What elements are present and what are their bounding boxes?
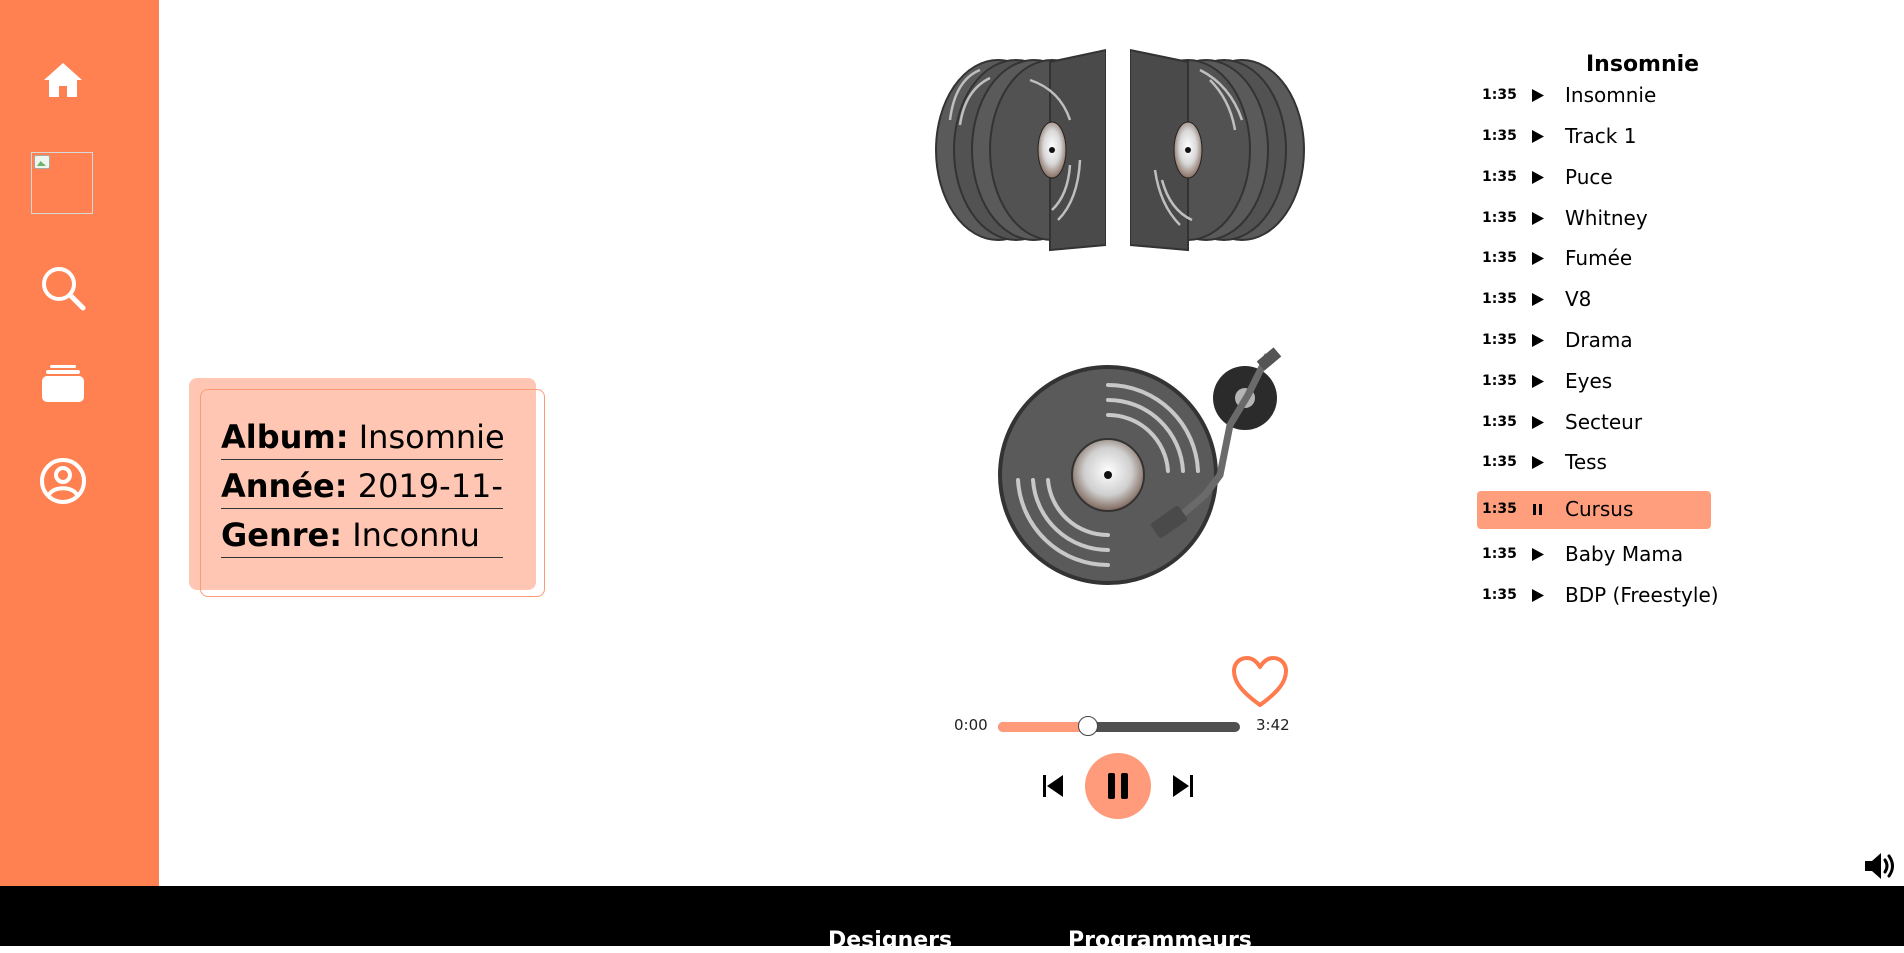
next-track-icon[interactable]	[1172, 773, 1194, 799]
album-value: Insomnie	[358, 418, 503, 456]
track-row[interactable]: 1:35 Baby Mama	[1477, 536, 1711, 574]
broken-image-icon	[34, 155, 50, 169]
album-info-card: Album: Insomnie Année: 2019-11-15 Genre:…	[189, 378, 545, 598]
like-heart-icon[interactable]	[1230, 654, 1290, 710]
track-title: Track 1	[1565, 124, 1637, 148]
play-icon[interactable]	[1530, 454, 1545, 471]
track-row[interactable]: 1:35 BDP (Freestyle)	[1477, 577, 1719, 615]
track-duration: 1:35	[1482, 291, 1517, 307]
play-icon[interactable]	[1530, 291, 1545, 308]
track-duration: 1:35	[1482, 169, 1517, 185]
play-icon[interactable]	[1530, 587, 1545, 604]
track-title: Insomnie	[1565, 83, 1657, 107]
progress-thumb[interactable]	[1077, 716, 1098, 736]
user-circle-icon[interactable]	[38, 456, 88, 506]
play-icon[interactable]	[1530, 332, 1545, 349]
track-duration: 1:35	[1482, 546, 1517, 562]
track-duration: 1:35	[1482, 414, 1517, 430]
volume-icon[interactable]	[1862, 848, 1898, 884]
album-row: Album: Insomnie	[221, 414, 503, 460]
track-title: BDP (Freestyle)	[1565, 583, 1719, 607]
year-value: 2019-11-15	[357, 467, 503, 505]
album-cover-image[interactable]	[31, 152, 93, 214]
track-row[interactable]: 1:35 Insomnie	[1477, 77, 1711, 115]
home-icon[interactable]	[38, 55, 88, 105]
genre-row: Genre: Inconnu	[221, 512, 503, 558]
track-row-active[interactable]: 1:35 Cursus	[1477, 491, 1711, 529]
track-duration: 1:35	[1482, 250, 1517, 266]
track-duration: 1:35	[1482, 373, 1517, 389]
track-row[interactable]: 1:35 Whitney	[1477, 200, 1711, 238]
track-title: Fumée	[1565, 246, 1633, 270]
vinyl-records-stack	[935, 48, 1305, 252]
play-icon[interactable]	[1530, 87, 1545, 104]
track-title: Cursus	[1565, 497, 1634, 521]
play-icon[interactable]	[1530, 414, 1545, 431]
track-row[interactable]: 1:35 Secteur	[1477, 404, 1711, 442]
pause-button[interactable]	[1085, 753, 1151, 819]
play-icon[interactable]	[1530, 128, 1545, 145]
genre-label: Genre:	[221, 516, 343, 554]
track-title: Whitney	[1565, 206, 1648, 230]
track-duration: 1:35	[1482, 332, 1517, 348]
track-row[interactable]: 1:35 Drama	[1477, 322, 1711, 360]
track-row[interactable]: 1:35 Tess	[1477, 444, 1711, 482]
previous-track-icon[interactable]	[1042, 773, 1064, 799]
track-row[interactable]: 1:35 Eyes	[1477, 363, 1711, 401]
play-icon[interactable]	[1530, 210, 1545, 227]
elapsed-time: 0:00	[954, 716, 988, 734]
track-title: Puce	[1565, 165, 1613, 189]
track-title: Eyes	[1565, 369, 1613, 393]
progress-fill	[998, 722, 1088, 732]
play-icon[interactable]	[1530, 546, 1545, 563]
track-title: V8	[1565, 287, 1592, 311]
pause-icon[interactable]	[1530, 501, 1545, 518]
track-title: Baby Mama	[1565, 542, 1684, 566]
album-label: Album:	[221, 418, 349, 456]
track-duration: 1:35	[1482, 501, 1517, 517]
footer-programmers-link[interactable]: Programmeurs	[1068, 928, 1252, 953]
play-icon[interactable]	[1530, 373, 1545, 390]
sidebar	[0, 0, 159, 886]
year-row: Année: 2019-11-15	[221, 463, 503, 509]
playlist-title: Insomnie	[1586, 52, 1700, 77]
footer-designers-link[interactable]: Designers	[828, 928, 952, 953]
play-icon[interactable]	[1530, 169, 1545, 186]
track-row[interactable]: 1:35 V8	[1477, 281, 1711, 319]
track-row[interactable]: 1:35 Puce	[1477, 159, 1711, 197]
genre-value: Inconnu	[352, 516, 480, 554]
track-duration: 1:35	[1482, 587, 1517, 603]
track-duration: 1:35	[1482, 454, 1517, 470]
track-duration: 1:35	[1482, 210, 1517, 226]
track-title: Tess	[1565, 450, 1607, 474]
library-stack-icon[interactable]	[38, 360, 88, 410]
progress-bar[interactable]	[998, 716, 1240, 736]
track-row[interactable]: 1:35 Fumée	[1477, 240, 1711, 278]
track-duration: 1:35	[1482, 128, 1517, 144]
search-icon[interactable]	[38, 263, 88, 313]
footer: Designers Programmeurs	[0, 886, 1904, 953]
track-title: Drama	[1565, 328, 1633, 352]
play-icon[interactable]	[1530, 250, 1545, 267]
track-duration: 1:35	[1482, 87, 1517, 103]
track-row[interactable]: 1:35 Track 1	[1477, 118, 1711, 156]
turntable-record	[998, 347, 1282, 585]
year-label: Année:	[221, 467, 348, 505]
track-title: Secteur	[1565, 410, 1643, 434]
total-duration: 3:42	[1256, 716, 1290, 734]
